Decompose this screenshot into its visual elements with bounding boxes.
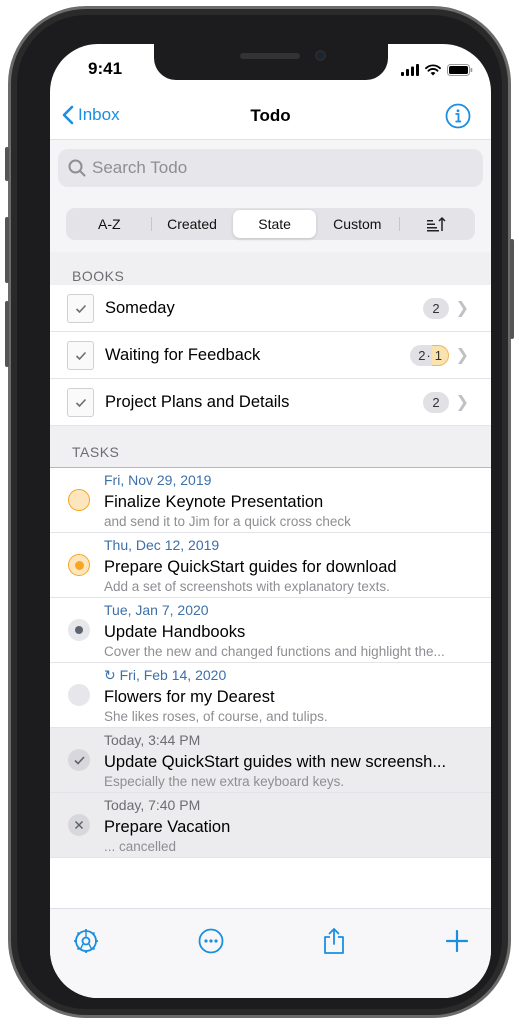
search-icon: [68, 159, 86, 177]
add-icon: [446, 930, 468, 952]
sort-segmented-control: A-Z Created State Custom: [66, 208, 475, 240]
sort-option-az[interactable]: A-Z: [68, 210, 151, 238]
task-date: Today, 7:40 PM: [104, 797, 201, 813]
count-badge: 2: [423, 297, 449, 319]
task-note: Add a set of screenshots with explanator…: [104, 579, 390, 594]
task-title: Update QuickStart guides with new screen…: [104, 753, 447, 771]
task-date: ↻ Fri, Feb 14, 2020: [104, 667, 227, 683]
camera: [315, 50, 326, 61]
task-title: Finalize Keynote Presentation: [104, 493, 324, 511]
task-row[interactable]: Today, 3:44 PM Update QuickStart guides …: [50, 728, 491, 793]
task-status-open-icon[interactable]: [68, 489, 90, 511]
share-icon: [324, 928, 344, 954]
task-note: Especially the new extra keyboard keys.: [104, 774, 345, 789]
task-status-open-icon[interactable]: [68, 684, 90, 706]
chevron-right-icon: ❯: [455, 394, 469, 411]
battery-icon: [447, 64, 473, 76]
page-title: Todo: [250, 106, 291, 125]
book-check-icon: [67, 388, 94, 417]
bottom-toolbar: [50, 908, 491, 998]
task-title: Prepare QuickStart guides for download: [104, 558, 397, 576]
signal-icon: [401, 64, 419, 76]
count-badge-total: 2: [418, 347, 426, 363]
task-date: Thu, Dec 12, 2019: [104, 537, 220, 553]
task-row[interactable]: Tue, Jan 7, 2020 Update Handbooks Cover …: [50, 598, 491, 663]
task-title: Flowers for my Dearest: [104, 688, 275, 706]
badge-separator: ·: [426, 347, 431, 363]
task-row[interactable]: Today, 7:40 PM Prepare Vacation ... canc…: [50, 793, 491, 858]
task-note: ... cancelled: [104, 839, 177, 854]
book-row-project-plans[interactable]: Project Plans and Details 2 ❯: [50, 379, 491, 426]
count-badge: 2: [423, 391, 449, 413]
more-icon: [198, 928, 224, 954]
navigation-bar: Inbox Todo: [50, 96, 491, 140]
book-title: Waiting for Feedback: [105, 345, 261, 364]
task-date: Fri, Nov 29, 2019: [104, 472, 212, 488]
chevron-right-icon: ❯: [455, 300, 469, 317]
task-note: and send it to Jim for a quick cross che…: [104, 514, 351, 529]
sort-bar: A-Z Created State Custom: [50, 200, 491, 252]
task-date: Today, 3:44 PM: [104, 732, 201, 748]
book-title: Someday: [105, 298, 175, 317]
sort-option-state[interactable]: State: [233, 210, 316, 238]
task-status-cancelled-icon[interactable]: [68, 814, 90, 836]
search-input[interactable]: [92, 158, 392, 178]
add-button[interactable]: [441, 925, 473, 957]
speaker: [240, 53, 300, 59]
task-title: Prepare Vacation: [104, 818, 231, 836]
count-badge: 2 · 1: [410, 344, 449, 366]
info-icon: [445, 103, 471, 129]
wifi-icon: [425, 64, 441, 76]
chevron-right-icon: ❯: [455, 347, 469, 364]
sort-option-created[interactable]: Created: [150, 210, 234, 238]
settings-button[interactable]: [70, 925, 102, 957]
sort-order-icon: [426, 216, 446, 232]
task-note: Cover the new and changed functions and …: [104, 644, 445, 659]
search-bar[interactable]: [58, 149, 483, 187]
book-row-waiting-feedback[interactable]: Waiting for Feedback 2 · 1 ❯: [50, 332, 491, 379]
tasks-section-header: TASKS: [50, 426, 491, 468]
status-icons: [401, 64, 473, 76]
count-badge-urgent: 1: [431, 344, 449, 366]
more-button[interactable]: [195, 925, 227, 957]
volume-up-button: [5, 217, 9, 283]
notch: [154, 44, 388, 80]
settings-icon: [74, 929, 98, 953]
task-status-dot-icon[interactable]: [68, 619, 90, 641]
sort-option-custom[interactable]: Custom: [316, 210, 399, 238]
task-status-done-icon[interactable]: [68, 749, 90, 771]
screen: 9:41 Inbox Todo Search Todo A-Z Created …: [50, 44, 491, 998]
task-row[interactable]: Fri, Nov 29, 2019 Finalize Keynote Prese…: [50, 468, 491, 533]
info-button[interactable]: [445, 103, 471, 134]
sort-order-button[interactable]: [398, 210, 473, 238]
book-title: Project Plans and Details: [105, 392, 290, 411]
book-check-icon: [67, 341, 94, 370]
task-note: She likes roses, of course, and tulips.: [104, 709, 328, 724]
task-title: Update Handbooks: [104, 623, 246, 641]
share-button[interactable]: [318, 925, 350, 957]
book-check-icon: [67, 294, 94, 323]
book-row-someday[interactable]: Someday 2 ❯: [50, 285, 491, 332]
task-row[interactable]: ↻ Fri, Feb 14, 2020 Flowers for my Deare…: [50, 663, 491, 728]
power-button: [510, 239, 514, 339]
volume-down-button: [5, 301, 9, 367]
task-row[interactable]: Thu, Dec 12, 2019 Prepare QuickStart gui…: [50, 533, 491, 598]
task-status-in-progress-icon[interactable]: [68, 554, 90, 576]
search-area: [50, 140, 491, 200]
status-time: 9:41: [88, 59, 123, 78]
phone-frame: 9:41 Inbox Todo Search Todo A-Z Created …: [5, 6, 514, 1018]
task-date: Tue, Jan 7, 2020: [104, 602, 209, 618]
mute-switch: [5, 147, 9, 181]
